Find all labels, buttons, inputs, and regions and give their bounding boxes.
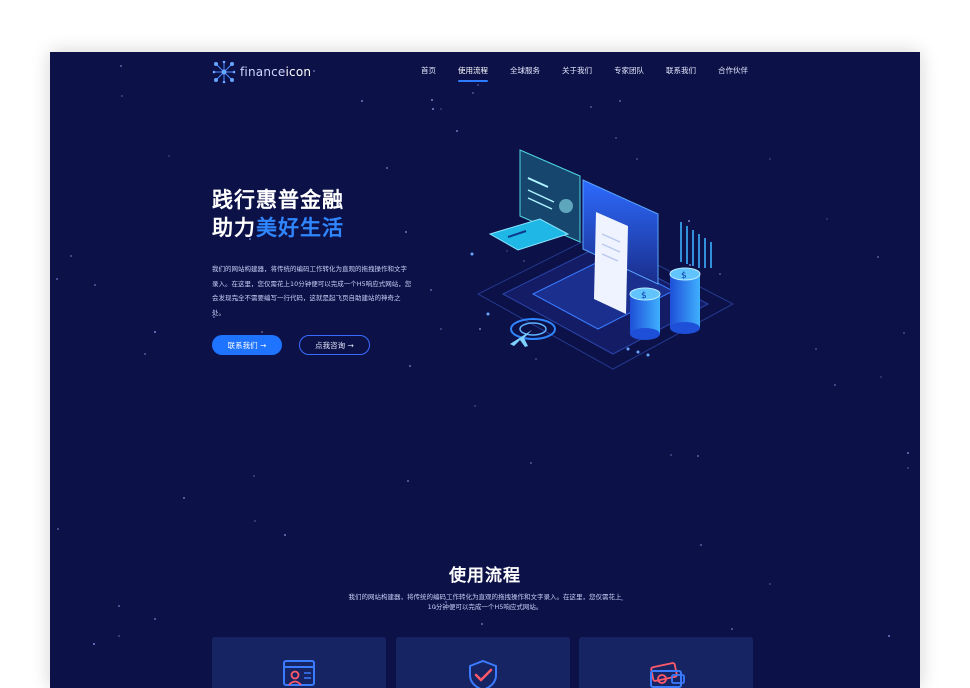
star-dot [472,92,474,94]
process-card-3[interactable] [579,637,753,688]
star-dot [907,452,909,454]
star-dot [118,635,120,637]
star-dot [432,108,434,110]
star-dot [284,534,286,536]
star-dot [120,65,122,67]
star-dot [56,278,58,280]
star-dot [154,331,156,333]
nav-partners[interactable]: 合作伙伴 [718,65,748,82]
page-frame: financeicon 首页 使用流程 全球服务 关于我们 专家团队 联系我们 … [50,52,920,688]
nav-about[interactable]: 关于我们 [562,65,592,82]
star-dot [154,618,156,620]
hero-title-line1: 践行惠普金融 [212,188,344,212]
star-dot [880,376,882,378]
star-dot [474,405,476,407]
star-dot [118,605,120,607]
star-dot [313,70,315,72]
star-dot [903,332,905,334]
consult-button[interactable]: 点我咨询 → [299,335,370,355]
star-dot [430,289,432,291]
profile-document-icon [283,660,315,686]
star-dot [670,454,672,456]
hero-title: 践行惠普金融 助力美好生活 [212,186,344,242]
star-dot [907,467,909,469]
logo[interactable]: financeicon [212,60,311,84]
star-dot [888,635,890,637]
star-dot [815,348,817,350]
hero-title-accent: 美好生活 [256,216,344,240]
star-dot [261,331,263,333]
wallet-cash-icon [650,662,685,688]
star-dot [409,365,411,367]
logo-text: financeicon [240,65,312,79]
nav-global-services[interactable]: 全球服务 [510,65,540,82]
star-dot [530,462,532,464]
star-dot [440,328,442,330]
contact-us-button[interactable]: 联系我们 → [212,335,282,355]
star-dot [57,528,59,530]
star-dot [431,99,433,101]
star-dot [731,628,733,630]
svg-text:$: $ [641,291,647,301]
star-dot [144,353,146,355]
star-dot [70,255,72,257]
star-dot [477,84,479,86]
star-dot [826,218,828,220]
star-dot [121,95,123,97]
star-dot [183,497,185,499]
star-dot [619,100,621,102]
svg-text:$: $ [681,271,687,281]
star-dot [481,623,483,625]
nav-process[interactable]: 使用流程 [458,65,488,82]
process-card-2[interactable] [396,637,570,688]
fintech-illustration: $ $ [470,149,735,370]
coin-stack-right: $ [669,267,701,334]
star-dot [253,475,255,477]
star-dot [590,106,592,108]
star-dot [700,544,702,546]
star-dot [440,108,442,110]
nav-contact[interactable]: 联系我们 [666,65,696,82]
coin-stack-left: $ [629,287,661,340]
star-dot [254,520,256,522]
section-description: 我们的网站构建器，将传统的编码工作转化为直观的拖拽操作和文字录入。在这里，您仅需… [348,593,622,611]
star-dot [456,130,458,132]
star-dot [877,256,879,258]
star-dot [94,284,96,286]
star-dot [769,158,771,160]
hero-title-line2: 助力美好生活 [212,216,344,240]
hero-description: 我们的网站构建器，将传统的编码工作转化为直观的拖拽操作和文字录入。在这里，您仅需… [212,265,412,317]
receipt [594,212,628,314]
star-dot [697,455,699,457]
star-dot [834,384,836,386]
shield-check-icon [469,659,497,688]
star-dot [386,167,388,169]
nav-home[interactable]: 首页 [421,65,436,82]
star-dot [407,480,409,482]
section-title: 使用流程 [449,566,521,586]
process-card-1[interactable] [212,637,386,688]
star-dot [405,231,407,233]
star-dot [361,100,363,102]
star-dot [168,155,170,157]
star-dot [93,643,95,645]
star-dot [615,137,617,139]
nav-experts[interactable]: 专家团队 [614,65,644,82]
main-nav: 首页 使用流程 全球服务 关于我们 专家团队 联系我们 合作伙伴 [421,65,748,82]
network-logo-icon [212,60,236,84]
